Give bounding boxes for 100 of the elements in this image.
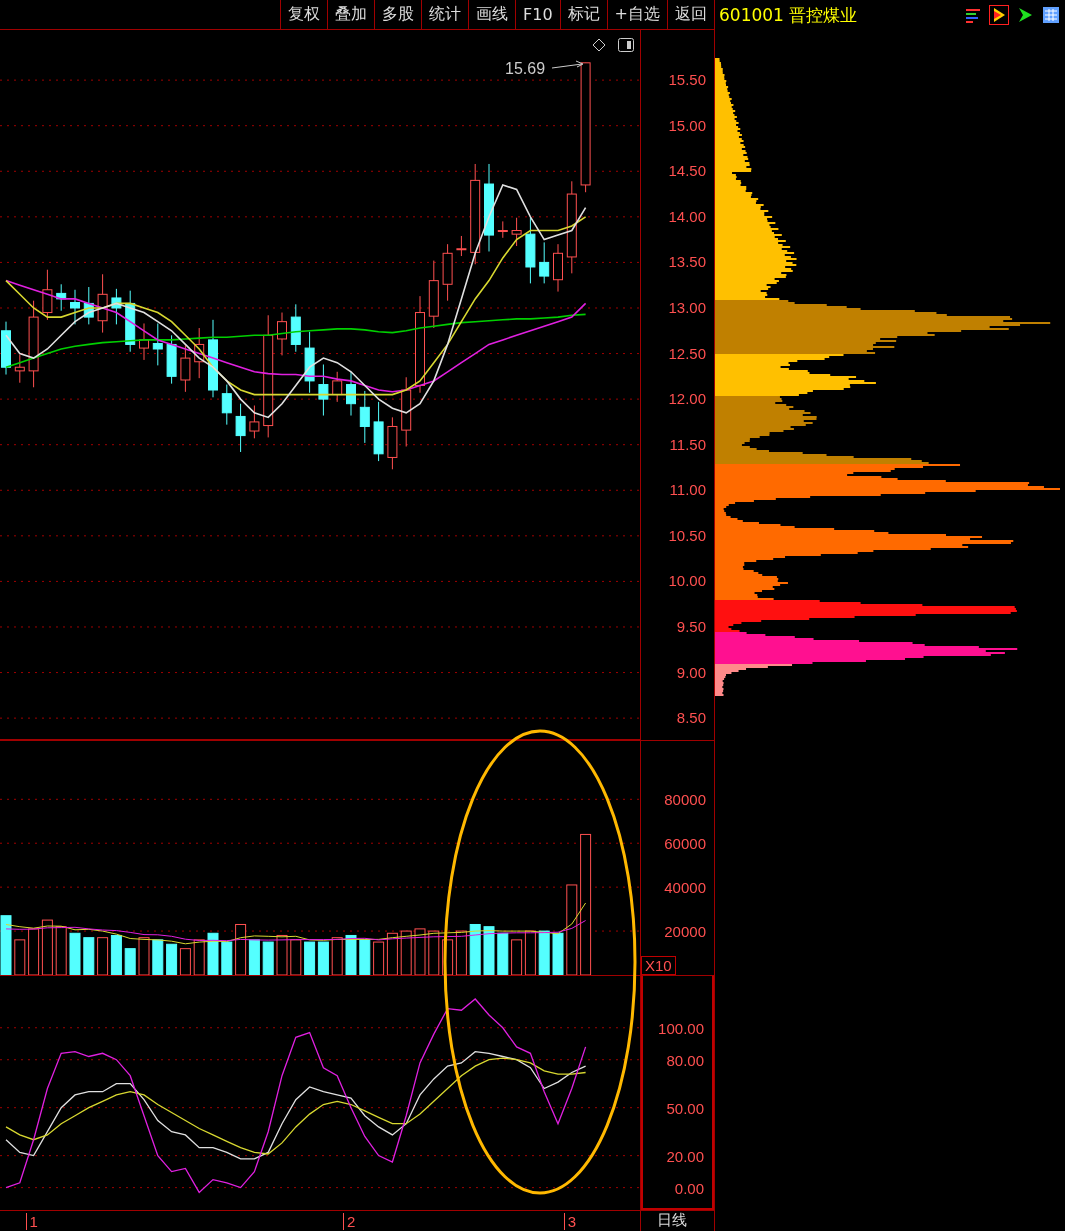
volume-bar	[124, 948, 136, 975]
volume-axis-label: 80000	[664, 791, 706, 809]
volume-bar	[97, 937, 109, 975]
candlestick	[387, 416, 398, 470]
candlestick	[249, 405, 260, 439]
volume-bar	[55, 926, 67, 975]
price-axis-label: 9.00	[676, 663, 706, 681]
indicator-axis-label: 20.00	[666, 1147, 704, 1165]
candlestick	[525, 217, 536, 284]
candlestick	[180, 344, 191, 393]
volume-bar	[538, 930, 550, 975]
price-axis-label: 14.50	[668, 162, 706, 180]
volume-bar	[373, 941, 385, 975]
candlestick	[235, 403, 246, 453]
month-label: 1	[25, 1213, 38, 1230]
candlestick	[346, 371, 356, 417]
volume-bar	[317, 941, 329, 975]
candlestick	[14, 353, 25, 384]
volume-bar	[28, 928, 40, 975]
price-axis-label: 15.50	[668, 71, 706, 89]
arrow-icon	[551, 60, 584, 69]
stock-title: 601001 晋控煤业	[719, 3, 858, 27]
volume-bar	[524, 930, 536, 975]
candlestick	[56, 283, 67, 312]
price-axis-label: 10.50	[668, 526, 706, 544]
candlestick	[97, 273, 108, 334]
candlestick	[511, 217, 522, 247]
candlestick	[359, 390, 370, 444]
candlestick	[42, 269, 53, 321]
candlestick	[70, 289, 80, 325]
price-axis-label: 10.00	[668, 572, 706, 590]
candlestick	[373, 401, 384, 462]
volume-bar	[193, 939, 205, 975]
price-axis-label: 12.00	[668, 390, 706, 408]
volume-bar	[331, 937, 343, 975]
volume-bar	[221, 941, 233, 975]
volume-bar	[262, 941, 274, 975]
candlestick	[442, 243, 453, 302]
price-axis-label: 15.00	[668, 116, 706, 134]
volume-bar	[414, 928, 426, 975]
price-axis-label: 11.50	[669, 435, 706, 453]
candlestick	[111, 288, 122, 325]
volume-bar	[290, 939, 302, 975]
price-axis-label: 9.50	[676, 617, 706, 635]
volume-bar	[359, 939, 371, 975]
candlestick	[277, 312, 287, 356]
candlestick	[304, 331, 315, 394]
volume-bar	[276, 934, 288, 975]
volume-bar	[442, 939, 454, 975]
flag-icon[interactable]	[989, 5, 1009, 25]
volume-bar	[455, 930, 467, 975]
month-label: 2	[343, 1213, 356, 1230]
volume-bar	[345, 934, 357, 975]
period-label[interactable]: 日线	[641, 1211, 687, 1231]
candlestick	[332, 371, 343, 403]
volume-axis-label: 60000	[664, 835, 706, 853]
candlestick	[553, 243, 563, 293]
volume-bar	[469, 924, 481, 975]
candlestick	[1, 321, 11, 375]
candlestick	[318, 364, 329, 417]
price-axis-label: 13.00	[668, 299, 706, 316]
volume-bar	[235, 924, 247, 975]
candlestick	[221, 384, 232, 426]
candlestick	[194, 327, 205, 379]
price-axis-label: 8.50	[676, 709, 706, 727]
high-price-label: 15.69	[505, 60, 546, 78]
volume-bar	[207, 932, 219, 975]
candlestick	[497, 220, 508, 239]
candlestick	[166, 334, 177, 385]
price-axis-label: 11.00	[669, 481, 706, 499]
volume-bar	[110, 934, 122, 975]
candlestick	[152, 323, 163, 366]
volume-bar	[152, 939, 164, 975]
volume-bar	[179, 948, 191, 975]
candlestick	[139, 323, 149, 361]
candlestick	[83, 286, 94, 325]
price-axis-label: 14.00	[668, 207, 706, 225]
panel-toggle-icon[interactable]	[618, 38, 634, 52]
volume-bar	[400, 930, 412, 975]
volume-bar	[248, 939, 260, 975]
indicator-axis-label: 50.00	[666, 1099, 704, 1117]
volume-bar	[511, 939, 523, 975]
volume-bar	[0, 915, 12, 975]
month-label: 3	[563, 1213, 577, 1230]
candlestick	[456, 235, 467, 257]
volume-bar	[304, 941, 316, 975]
candlestick	[539, 241, 550, 284]
indicator-axis-label: 0.00	[674, 1179, 704, 1197]
volume-bar	[483, 926, 495, 975]
grid-icon[interactable]	[1041, 5, 1061, 25]
indicator-axis-label: 100.00	[658, 1019, 704, 1037]
volume-bar	[497, 932, 509, 975]
volume-bar	[14, 939, 26, 975]
volume-axis-label: 20000	[664, 923, 706, 941]
volume-bar	[138, 937, 150, 975]
volume-axis-label: 40000	[664, 879, 706, 897]
diamond-icon[interactable]	[592, 38, 606, 52]
price-axis-label: 13.50	[668, 253, 706, 271]
candlestick	[290, 303, 301, 353]
volume-bar	[428, 930, 440, 975]
